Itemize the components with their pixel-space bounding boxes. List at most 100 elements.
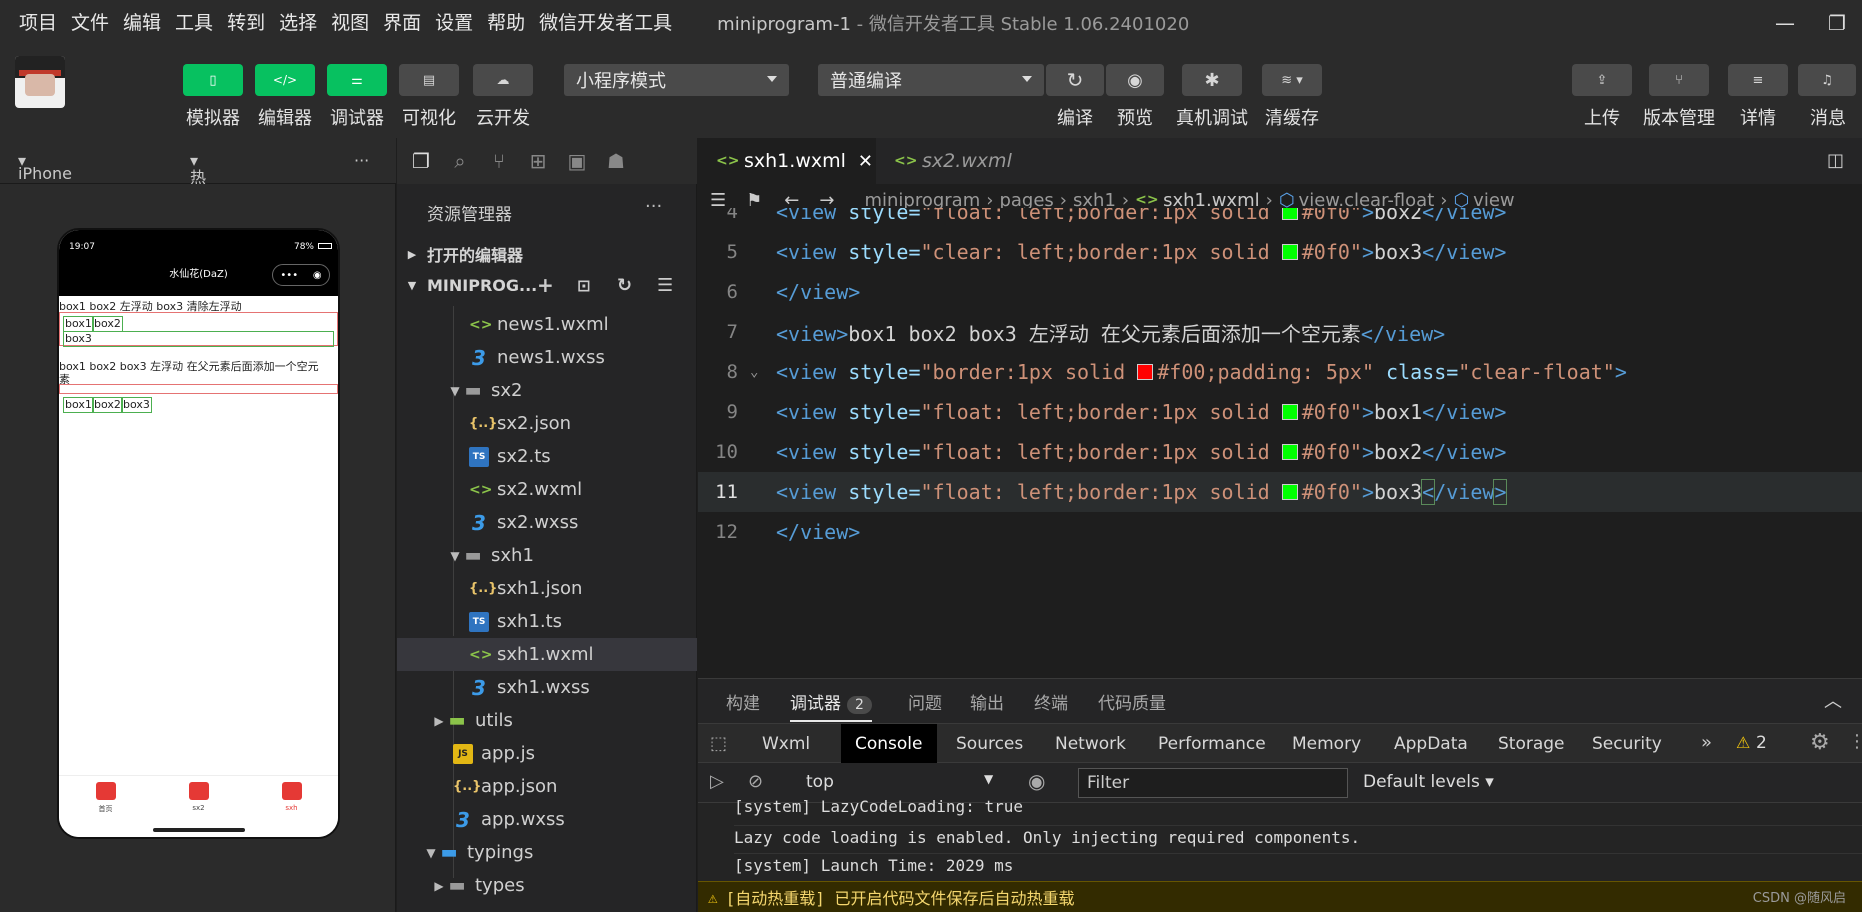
project-section[interactable]: ▼ MINIPROG... + ⊡ ↻ ☰ <box>397 269 697 301</box>
tree-folder[interactable]: ▶ ▬ utils <box>397 704 697 737</box>
phone-tab-sxh[interactable]: sxh <box>262 776 322 837</box>
panel-tab-code-quality[interactable]: 代码质量 <box>1098 689 1166 714</box>
fold-chevron-icon[interactable]: ⌄ <box>750 364 758 380</box>
upload-button[interactable]: ⇪ <box>1572 64 1632 96</box>
hot-reload-toggle[interactable]: 热重载 开 ▾ <box>190 151 206 259</box>
panel-tab-problems[interactable]: 问题 <box>908 689 942 714</box>
preview-button[interactable]: ◉ <box>1106 64 1164 96</box>
minimize-button[interactable]: — <box>1762 0 1808 46</box>
tree-item[interactable]: 3 sx2.wxss <box>397 506 697 539</box>
devtools-tab-sources[interactable]: Sources <box>942 724 1037 764</box>
tree-item[interactable]: JS app.js <box>397 737 697 770</box>
tree-folder[interactable]: ▼ ▬ typings <box>397 836 697 869</box>
collapse-panel-icon[interactable]: ︿ <box>1824 687 1842 713</box>
color-swatch[interactable] <box>1281 404 1298 420</box>
inspect-icon[interactable]: ⬚ <box>710 733 727 754</box>
tree-item[interactable]: <> sx2.wxml <box>397 473 697 506</box>
simulator-button[interactable]: ▯ <box>183 64 243 96</box>
split-editor-icon[interactable]: ◫ <box>1827 150 1844 171</box>
sidebar-toggle-icon[interactable]: ▷ <box>710 771 724 792</box>
tree-item[interactable]: 3 sxh1.wxss <box>397 671 697 704</box>
tree-item-selected[interactable]: <> sxh1.wxml <box>397 638 697 671</box>
close-icon[interactable]: ✕ <box>858 151 873 172</box>
tab-sxh1-wxml[interactable]: <> sxh1.wxml ✕ <box>698 138 876 184</box>
devtools-tab-performance[interactable]: Performance <box>1144 724 1280 764</box>
color-swatch[interactable] <box>1137 364 1154 380</box>
files-icon[interactable]: ❐ <box>409 149 433 173</box>
tree-item[interactable]: TS sx2.ts <box>397 440 697 473</box>
remote-debug-button[interactable]: ✱ <box>1182 64 1242 96</box>
kebab-menu-icon[interactable]: ⋮ <box>1848 731 1862 752</box>
eye-icon[interactable]: ◉ <box>1028 769 1045 793</box>
messages-button[interactable]: ♫ <box>1798 64 1856 96</box>
tree-folder[interactable]: ▼ ▬ sx2 <box>397 374 697 407</box>
devtools-tab-appdata[interactable]: AppData <box>1380 724 1482 764</box>
devtools-tab-wxml[interactable]: Wxml <box>748 724 824 764</box>
compile-button[interactable]: ↻ <box>1046 64 1104 96</box>
panel-tab-build[interactable]: 构建 <box>726 689 760 714</box>
context-select[interactable]: top ▼ <box>806 772 993 792</box>
gear-icon[interactable]: ⚙ <box>1810 730 1830 755</box>
extensions-icon[interactable]: ⊞ <box>526 149 550 173</box>
tree-folder[interactable]: ▼ ▬ sxh1 <box>397 539 697 572</box>
warning-count[interactable]: 2 <box>1756 733 1767 753</box>
debugger-button[interactable]: ⚌ <box>327 64 387 96</box>
devtools-tab-security[interactable]: Security <box>1578 724 1676 764</box>
clear-cache-button[interactable]: ≋ ▾ <box>1262 64 1322 96</box>
menu-project[interactable]: 项目 <box>10 0 62 46</box>
code-editor[interactable]: 4 <view style="float: left;border:1px so… <box>698 208 1862 678</box>
compile-mode-select[interactable]: 普通编译 <box>818 64 1044 96</box>
clear-console-icon[interactable]: ⊘ <box>748 771 763 792</box>
tree-item[interactable]: 3 app.wxss <box>397 803 697 836</box>
menu-select[interactable]: 选择 <box>270 0 322 46</box>
source-control-icon[interactable]: ⑂ <box>487 149 511 173</box>
tree-folder[interactable]: ▶ ▬ types <box>397 869 697 902</box>
tree-item[interactable]: 3 news1.wxss <box>397 341 697 374</box>
phone-tab-home[interactable]: 首页 <box>76 776 136 837</box>
color-swatch[interactable] <box>1281 244 1298 260</box>
panel-tab-debugger[interactable]: 调试器 2 <box>790 689 872 722</box>
devtools-tab-memory[interactable]: Memory <box>1278 724 1375 764</box>
mode-select[interactable]: 小程序模式 <box>564 64 789 96</box>
menu-goto[interactable]: 转到 <box>218 0 270 46</box>
color-swatch[interactable] <box>1281 208 1298 220</box>
restore-button[interactable]: ❐ <box>1814 0 1860 46</box>
tree-item[interactable]: {..} sx2.json <box>397 407 697 440</box>
editor-button[interactable]: </> <box>255 64 315 96</box>
menu-tools[interactable]: 工具 <box>166 0 218 46</box>
panel-tab-output[interactable]: 输出 <box>970 689 1004 714</box>
color-swatch[interactable] <box>1281 444 1298 460</box>
menu-settings[interactable]: 设置 <box>426 0 478 46</box>
menu-wechat-devtools[interactable]: 微信开发者工具 <box>530 0 677 46</box>
search-icon[interactable]: ⌕ <box>448 149 472 173</box>
devtools-tab-console[interactable]: Console <box>841 724 937 764</box>
menu-help[interactable]: 帮助 <box>478 0 530 46</box>
tree-item[interactable]: <> news1.wxml <box>397 308 697 341</box>
storage-icon[interactable]: ▣ <box>565 149 589 173</box>
collapse-icon[interactable]: ☰ <box>657 275 673 296</box>
version-button[interactable]: ⑂ <box>1649 64 1709 96</box>
menu-interface[interactable]: 界面 <box>374 0 426 46</box>
color-swatch[interactable] <box>1281 484 1298 500</box>
devtools-tab-network[interactable]: Network <box>1041 724 1140 764</box>
menu-edit[interactable]: 编辑 <box>114 0 166 46</box>
simulator-more-button[interactable]: ··· <box>354 151 369 170</box>
devtools-tab-storage[interactable]: Storage <box>1484 724 1579 764</box>
filter-input[interactable]: Filter <box>1078 768 1348 798</box>
menu-view[interactable]: 视图 <box>322 0 374 46</box>
phone-screen[interactable]: 19:07 78% 水仙花(DaZ) ••• ◉ box1 box2 左浮动 bo… <box>57 228 340 839</box>
menu-file[interactable]: 文件 <box>62 0 114 46</box>
details-button[interactable]: ≡ <box>1728 64 1788 96</box>
explorer-more-button[interactable]: ··· <box>645 196 662 217</box>
panel-tab-terminal[interactable]: 终端 <box>1034 689 1068 714</box>
device-select[interactable]: iPhone X 50% 15 ▾ <box>18 151 72 221</box>
tab-sx2-wxml[interactable]: <> sx2.wxml <box>876 138 1026 184</box>
new-file-icon[interactable]: + <box>537 273 554 297</box>
levels-select[interactable]: Default levels ▾ <box>1363 772 1494 792</box>
tree-item[interactable]: {..} sxh1.json <box>397 572 697 605</box>
tree-item[interactable]: TS sxh1.ts <box>397 605 697 638</box>
phone-capsule[interactable]: ••• ◉ <box>272 264 330 286</box>
more-tabs-button[interactable]: » <box>1701 732 1712 753</box>
docker-icon[interactable]: ☗ <box>604 149 628 173</box>
refresh-icon[interactable]: ↻ <box>617 275 632 296</box>
